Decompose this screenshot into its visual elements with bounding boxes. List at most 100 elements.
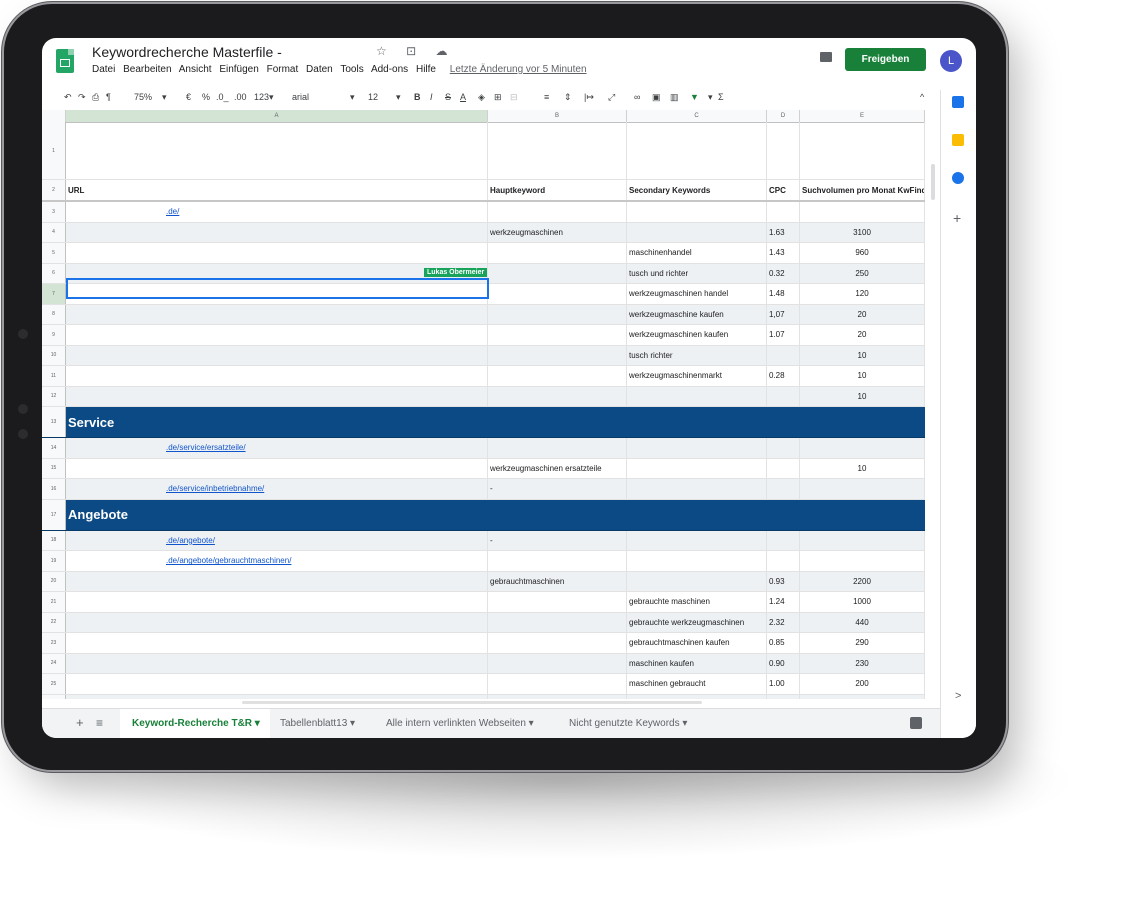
secondary-keyword-cell[interactable]: maschinenhandel [627,243,767,263]
hauptkeyword-cell[interactable] [488,551,627,571]
grid-cell[interactable] [627,122,767,179]
row-number[interactable]: 4 [42,222,66,242]
cpc-cell[interactable]: 1.48 [767,284,800,304]
chevron-down-icon[interactable]: ▾ [162,92,167,103]
row-number[interactable]: 14 [42,438,66,458]
hauptkeyword-cell[interactable]: - [488,479,627,499]
header-cell-hauptkeyword[interactable]: Hauptkeyword [488,180,627,200]
cpc-cell[interactable]: 0.32 [767,263,800,283]
volume-cell[interactable] [800,551,925,571]
header-cell-volume[interactable]: Suchvolumen pro Monat KwFind [800,180,925,200]
paint-format-icon[interactable]: ¶ [106,92,111,102]
column-header-a[interactable]: A [66,110,488,122]
column-header-b[interactable]: B [488,110,627,122]
fill-color-icon[interactable]: ◈ [478,92,485,103]
hauptkeyword-cell[interactable] [488,366,627,386]
url-link[interactable]: .de/ [66,202,488,222]
row-number[interactable]: 16 [42,479,66,499]
row-number[interactable]: 2 [42,180,66,200]
sheets-logo-icon[interactable] [56,49,74,73]
secondary-keyword-cell[interactable]: gebrauchtmaschinen kaufen [627,633,767,653]
url-cell[interactable] [66,222,488,242]
rotate-text-icon[interactable]: ⤢ [608,92,615,103]
url-link[interactable]: .de/service/inbetriebnahme/ [66,479,488,499]
cpc-cell[interactable]: 0.98 [767,694,800,699]
hauptkeyword-cell[interactable] [488,325,627,345]
row-number[interactable]: 1 [42,122,66,179]
hauptkeyword-cell[interactable] [488,202,627,222]
url-cell[interactable] [66,653,488,673]
hauptkeyword-cell[interactable]: werkzeugmaschinen [488,222,627,242]
hauptkeyword-cell[interactable] [488,345,627,365]
url-link[interactable]: .de/service/ersatzteile/ [66,438,488,458]
volume-cell[interactable] [800,438,925,458]
more-formats-button[interactable]: 123▾ [254,92,274,103]
menu-item[interactable]: Ansicht [179,64,212,75]
volume-cell[interactable]: 10 [800,386,925,406]
volume-cell[interactable] [800,202,925,222]
cpc-cell[interactable]: 0.90 [767,653,800,673]
volume-cell[interactable]: 10 [800,366,925,386]
column-header-c[interactable]: C [627,110,767,122]
row-number[interactable]: 6 [42,263,66,283]
secondary-keyword-cell[interactable]: werkzeugmaschine kaufen [627,304,767,324]
volume-cell[interactable]: 2200 [800,571,925,591]
row-number[interactable]: 10 [42,345,66,365]
merge-cells-icon[interactable]: ⊟ [510,92,518,103]
url-cell[interactable] [66,325,488,345]
collapse-toolbar-icon[interactable]: ^ [920,92,924,102]
hauptkeyword-cell[interactable]: - [488,530,627,550]
print-icon[interactable]: ⎙ [92,92,99,103]
cpc-cell[interactable]: 0.85 [767,633,800,653]
menu-item[interactable]: Add-ons [371,64,408,75]
hauptkeyword-cell[interactable] [488,263,627,283]
cpc-cell[interactable] [767,530,800,550]
volume-cell[interactable]: 290 [800,633,925,653]
volume-cell[interactable]: 20 [800,325,925,345]
hauptkeyword-cell[interactable] [488,633,627,653]
link-icon[interactable]: ∞ [634,92,640,102]
cpc-cell[interactable]: 1.24 [767,592,800,612]
tab-nicht-genutzte-keywords[interactable]: Nicht genutzte Keywords ▾ [569,718,687,729]
grid-cell[interactable] [488,122,627,179]
decrease-decimals-button[interactable]: .0_ [216,92,229,102]
secondary-keyword-cell[interactable]: tusch richter [627,345,767,365]
header-cell-secondary[interactable]: Secondary Keywords [627,180,767,200]
hauptkeyword-cell[interactable] [488,438,627,458]
grid-cell[interactable] [767,122,800,179]
comment-icon[interactable] [820,52,832,62]
secondary-keyword-cell[interactable]: gebrauchte maschinen [627,592,767,612]
row-number[interactable]: 19 [42,551,66,571]
secondary-keyword-cell[interactable]: werkzeugmaschinenmarkt [627,366,767,386]
secondary-keyword-cell[interactable]: werkzeugmaschinen kaufen [627,325,767,345]
hauptkeyword-cell[interactable] [488,284,627,304]
chevron-down-icon[interactable]: ▾ [350,92,355,103]
row-number[interactable]: 7 [42,284,66,304]
secondary-keyword-cell[interactable] [627,530,767,550]
row-number[interactable]: 20 [42,571,66,591]
menu-item[interactable]: Bearbeiten [123,64,171,75]
grid-cell[interactable] [800,122,925,179]
add-sheet-button[interactable]: + [76,715,84,730]
row-number[interactable]: 11 [42,366,66,386]
text-color-button[interactable]: A [460,92,466,102]
cpc-cell[interactable]: 0.93 [767,571,800,591]
secondary-keyword-cell[interactable]: gebrauchte maschinen kaufen [627,694,767,699]
cpc-cell[interactable] [767,479,800,499]
cpc-cell[interactable]: 1.43 [767,243,800,263]
tasks-icon[interactable] [952,172,964,184]
url-cell[interactable] [66,458,488,478]
volume-cell[interactable]: 120 [800,284,925,304]
url-cell[interactable] [66,304,488,324]
volume-cell[interactable]: 250 [800,263,925,283]
volume-cell[interactable]: 10 [800,458,925,478]
cpc-cell[interactable] [767,202,800,222]
keep-icon[interactable] [952,134,964,146]
row-number[interactable]: 5 [42,243,66,263]
volume-cell[interactable]: 3100 [800,222,925,242]
secondary-keyword-cell[interactable]: gebrauchte werkzeugmaschinen [627,612,767,632]
url-cell[interactable] [66,366,488,386]
tab-keyword-recherche[interactable]: Keyword-Recherche T&R ▾ [120,709,270,738]
calendar-icon[interactable] [952,96,964,108]
italic-button[interactable]: I [430,92,433,102]
